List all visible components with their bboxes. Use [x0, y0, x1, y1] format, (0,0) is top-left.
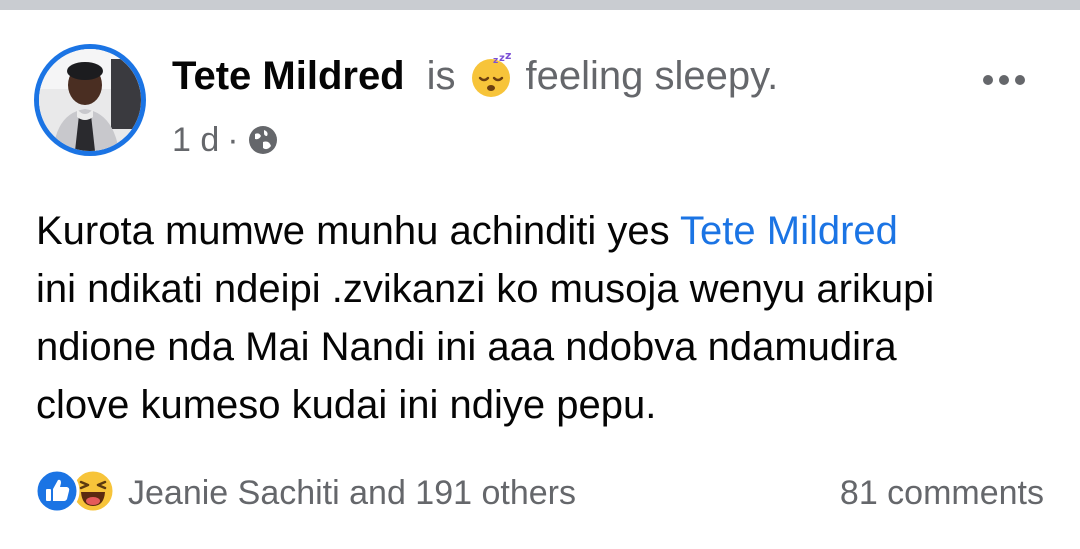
post-meta: 1 d ·: [172, 116, 279, 164]
post-body-line: ndione nda Mai Nandi ini aaa ndobva ndam…: [36, 325, 897, 369]
more-options-icon-dot: [1015, 75, 1025, 85]
comments-count-link[interactable]: 81 comments: [840, 468, 1044, 518]
feed-divider: [0, 0, 1080, 10]
author-name-link[interactable]: Tete Mildred: [172, 46, 405, 106]
sleepy-face-emoji-icon: z z z: [468, 53, 514, 99]
reactors-text[interactable]: Jeanie Sachiti and 191 others: [128, 474, 576, 513]
more-options-icon: [983, 75, 993, 85]
post-body-line: Kurota mumwe munhu achinditi yes Tete Mi…: [36, 202, 1056, 260]
more-options-icon-dot: [999, 75, 1009, 85]
globe-icon[interactable]: [247, 124, 279, 156]
author-avatar[interactable]: [34, 44, 146, 156]
avatar-photo: [39, 49, 141, 151]
post-header: Tete Mildred is z z z feeling sleepy.: [172, 46, 778, 106]
meta-separator: ·: [227, 120, 239, 159]
post-body-text: Kurota mumwe munhu achinditi yes Tete Mi…: [36, 202, 1056, 434]
like-icon: [34, 468, 80, 519]
mention-link[interactable]: Tete Mildred: [680, 209, 898, 253]
more-options-button[interactable]: [968, 62, 1040, 98]
feed-post: Tete Mildred is z z z feeling sleepy. 1 …: [0, 10, 1080, 549]
post-body-line-text: Kurota mumwe munhu achinditi yes: [36, 209, 681, 253]
feeling-connector: is: [426, 54, 456, 98]
post-timestamp[interactable]: 1 d: [172, 121, 219, 160]
reactions-summary[interactable]: Jeanie Sachiti and 191 others: [34, 468, 576, 518]
svg-text:z: z: [493, 56, 498, 66]
post-body-line: clove kumeso kudai ini ndiye pepu.: [36, 383, 657, 427]
svg-text:z: z: [505, 53, 511, 62]
feeling-text[interactable]: feeling sleepy.: [526, 46, 779, 106]
reaction-icons: [34, 468, 116, 519]
post-body-line: ini ndikati ndeipi .zvikanzi ko musoja w…: [36, 267, 935, 311]
